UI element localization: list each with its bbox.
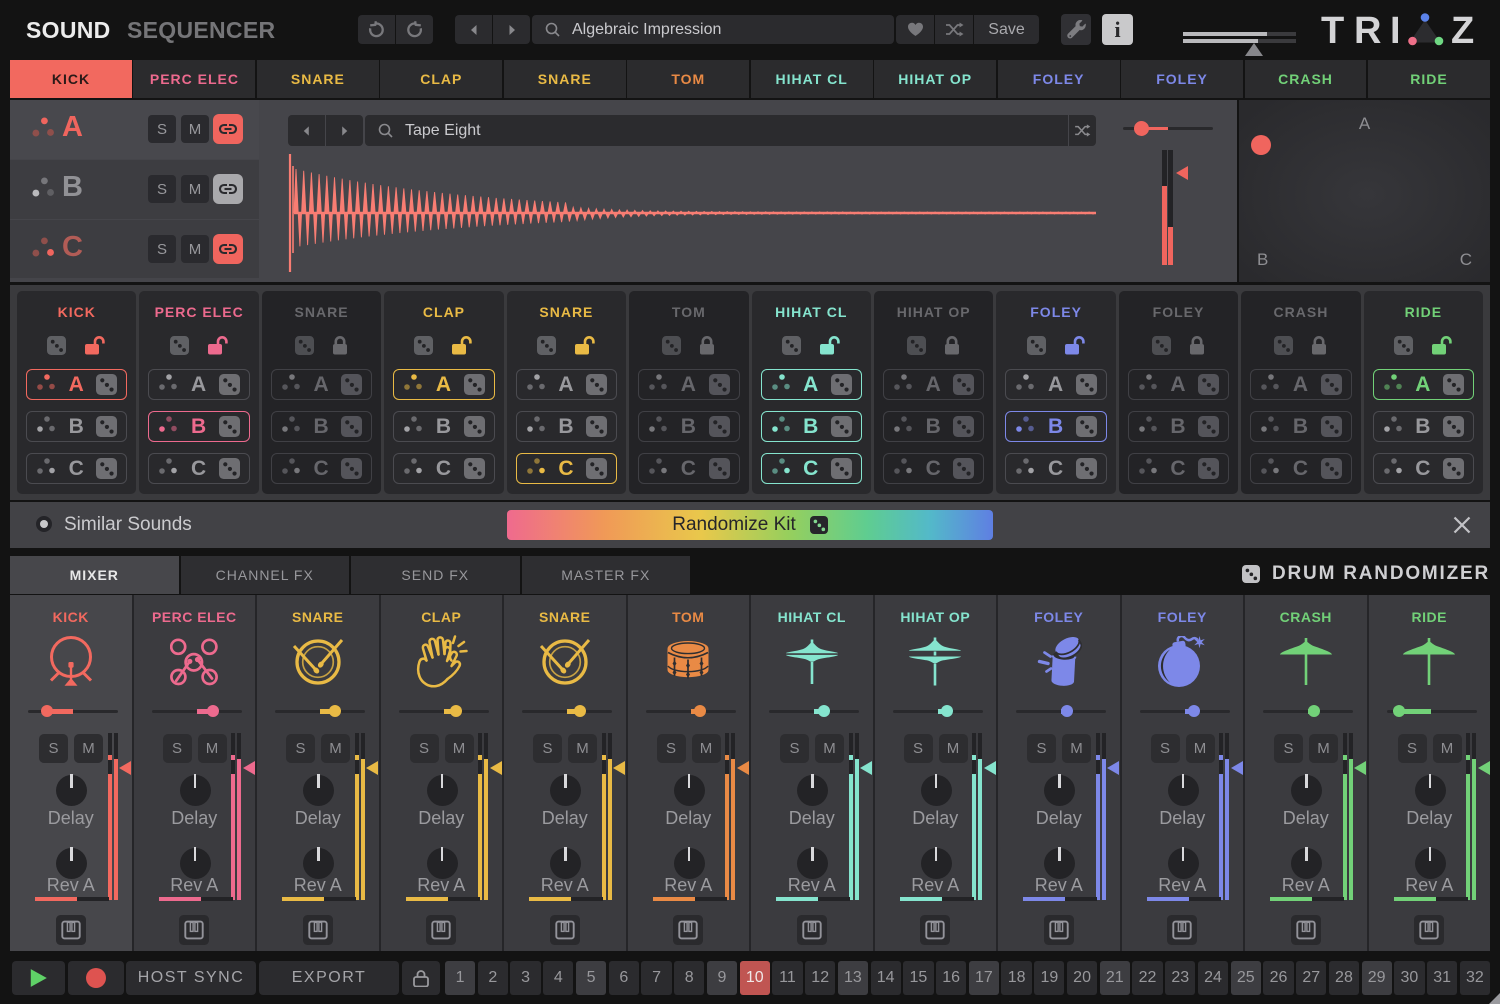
svg-text:I: I bbox=[1390, 10, 1401, 50]
svg-text:Z: Z bbox=[1451, 10, 1474, 50]
svg-text:T: T bbox=[1321, 10, 1344, 50]
svg-text:R: R bbox=[1354, 10, 1381, 50]
